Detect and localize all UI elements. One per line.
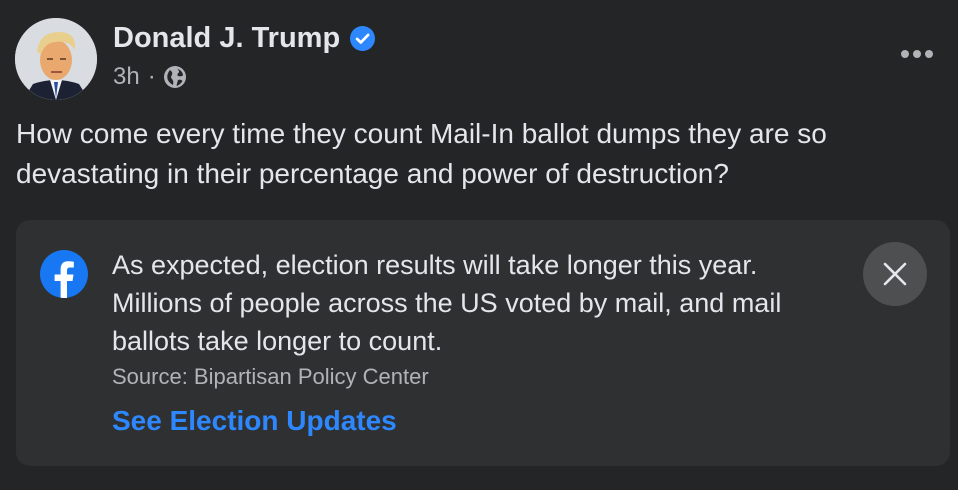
info-label-message: As expected, election results will take … <box>112 250 782 356</box>
close-info-label-button[interactable] <box>863 242 927 306</box>
more-options-icon <box>901 50 933 58</box>
election-info-label: As expected, election results will take … <box>16 220 950 466</box>
close-icon <box>883 262 907 286</box>
post-header: Donald J. Trump <box>113 18 376 58</box>
facebook-logo-icon <box>40 250 88 299</box>
meta-separator: · <box>147 63 156 90</box>
globe-icon[interactable] <box>163 65 187 89</box>
more-options-button[interactable] <box>895 40 939 68</box>
verified-badge-icon <box>350 25 376 51</box>
post-timestamp[interactable]: 3h <box>113 63 140 91</box>
see-election-updates-link[interactable]: See Election Updates <box>112 405 397 437</box>
author-avatar[interactable] <box>15 18 97 100</box>
post-meta: 3h · <box>113 62 187 92</box>
avatar-image <box>15 18 97 100</box>
post-text: How come every time they count Mail-In b… <box>16 118 827 189</box>
author-name[interactable]: Donald J. Trump <box>113 22 340 55</box>
info-label-source: Source: Bipartisan Policy Center <box>112 364 429 389</box>
